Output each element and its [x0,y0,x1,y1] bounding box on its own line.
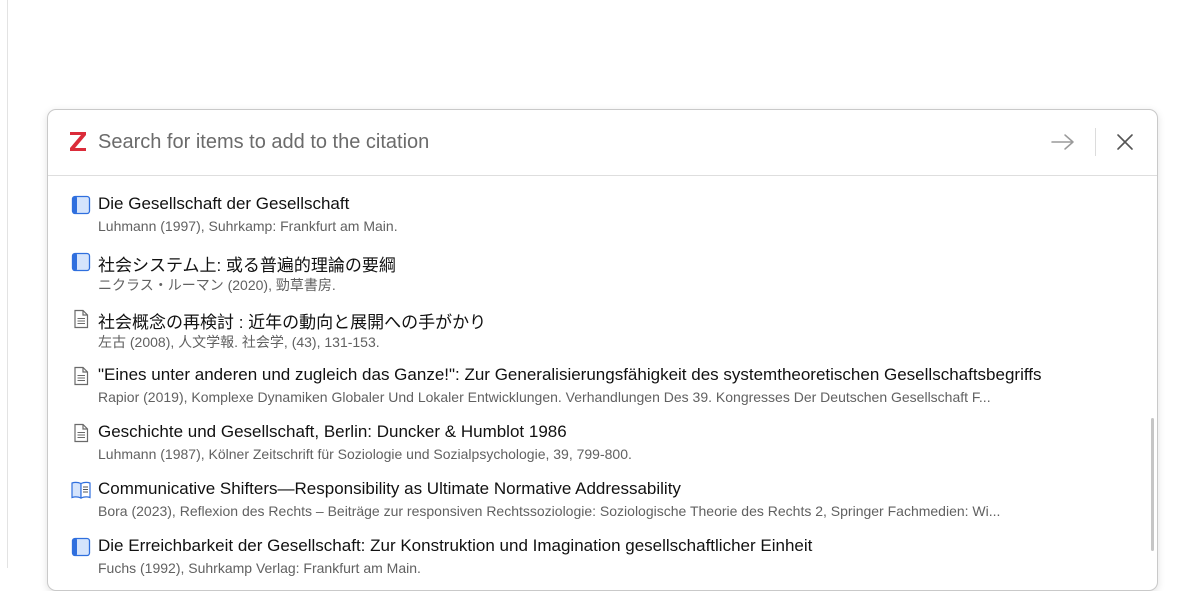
result-subtitle: Luhmann (1997), Suhrkamp: Frankfurt am M… [98,218,398,234]
book-icon [71,537,91,557]
book-section-icon [71,481,91,499]
zotero-logo-icon [70,132,86,151]
result-item[interactable]: Communicative Shifters—Responsibility as… [48,467,1148,521]
window-edge-divider [7,0,8,568]
result-item[interactable]: Die Erreichbarkeit der Gesellschaft: Zur… [48,524,1148,578]
document-icon [74,423,89,443]
result-item[interactable]: 社会システム上: 或る普遍的理論の要綱 ニクラス・ルーマン (2020), 勁草… [48,239,1148,293]
result-title: "Eines unter anderen und zugleich das Ga… [98,365,1042,384]
search-bar [48,110,1157,176]
arrow-right-icon[interactable] [1051,132,1075,152]
result-title: 社会概念の再検討 : 近年の動向と展開への手がかり [98,313,487,332]
result-title: Die Erreichbarkeit der Gesellschaft: Zur… [98,536,813,555]
result-subtitle: Rapior (2019), Komplexe Dynamiken Global… [98,389,991,405]
document-icon [74,309,89,329]
toolbar-separator [1095,128,1096,156]
result-title: Geschichte und Gesellschaft, Berlin: Dun… [98,422,567,441]
result-subtitle: 左古 (2008), 人文学報. 社会学, (43), 131-153. [98,334,380,350]
result-item[interactable]: Die Gesellschaft der Gesellschaft Luhman… [48,182,1148,236]
result-subtitle: Fuchs (1992), Suhrkamp Verlag: Frankfurt… [98,560,421,576]
result-item[interactable]: Geschichte und Gesellschaft, Berlin: Dun… [48,410,1148,464]
results-list: Die Gesellschaft der Gesellschaft Luhman… [48,176,1157,586]
result-subtitle: ニクラス・ルーマン (2020), 勁草書房. [98,277,336,293]
book-icon [71,252,91,272]
result-item[interactable]: 社会概念の再検討 : 近年の動向と展開への手がかり 左古 (2008), 人文学… [48,296,1148,350]
result-item[interactable]: "Eines unter anderen und zugleich das Ga… [48,353,1148,407]
document-icon [74,366,89,386]
result-title: 社会システム上: 或る普遍的理論の要綱 [98,256,396,275]
close-icon[interactable] [1115,132,1135,152]
result-subtitle: Bora (2023), Reflexion des Rechts – Beit… [98,503,1001,519]
search-input[interactable] [98,128,998,156]
book-icon [71,195,91,215]
results-scrollbar[interactable] [1151,418,1154,551]
result-subtitle: Luhmann (1987), Kölner Zeitschrift für S… [98,446,632,462]
citation-search-dialog: Die Gesellschaft der Gesellschaft Luhman… [47,109,1158,591]
result-title: Die Gesellschaft der Gesellschaft [98,194,350,213]
result-title: Communicative Shifters—Responsibility as… [98,479,681,498]
